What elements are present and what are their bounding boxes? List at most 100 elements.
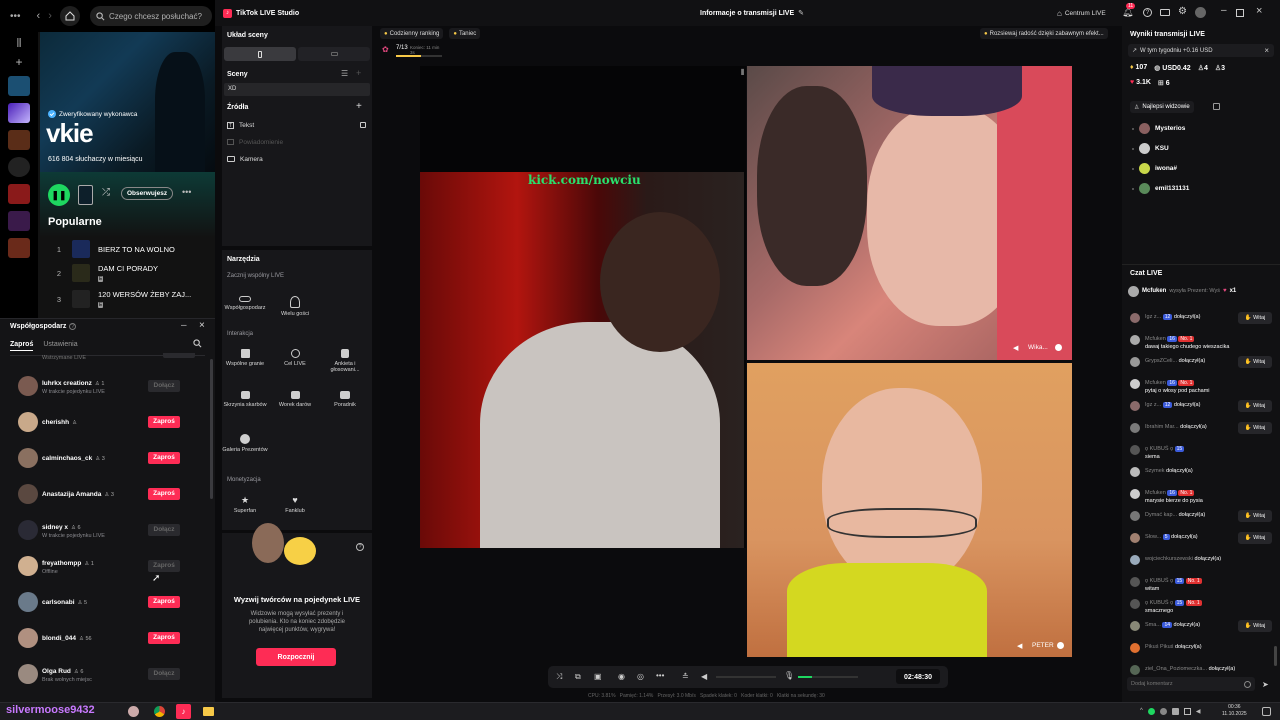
help-icon[interactable]: ? — [1143, 8, 1152, 17]
emoji-icon[interactable] — [1244, 680, 1251, 688]
help-icon[interactable]: ? — [356, 543, 364, 551]
mute-icon[interactable]: ◀ — [1013, 344, 1018, 352]
live-goal-widget[interactable]: ✿ 7/13 Koniec: 11 min 3s — [382, 43, 444, 59]
liked-songs-item[interactable] — [8, 103, 30, 123]
guest-menu-icon[interactable] — [1057, 642, 1064, 649]
top-viewer-row[interactable]: Mysterios — [1132, 123, 1185, 134]
chat-user[interactable]: Słow... — [1145, 534, 1161, 540]
top-viewer-row[interactable]: iwona# — [1132, 163, 1177, 174]
mail-icon[interactable] — [1160, 9, 1170, 16]
volume-icon[interactable]: ◀ — [701, 672, 707, 681]
guide-tool[interactable]: Poradnik — [322, 385, 368, 425]
add-scene-icon[interactable]: + — [356, 68, 361, 78]
wave-button[interactable]: ✋ Witaj — [1238, 422, 1272, 434]
taskbar-app-icon[interactable] — [128, 706, 139, 717]
cohost-action-button[interactable]: Dołącz — [148, 380, 180, 392]
add-icon[interactable]: + — [0, 55, 38, 69]
folder-icon[interactable] — [203, 707, 214, 716]
guest-menu-icon[interactable] — [1055, 344, 1062, 351]
cohost-action-button[interactable]: Dołącz — [148, 524, 180, 536]
forward-icon[interactable]: › — [48, 10, 52, 22]
clock[interactable]: 00:36 11.10.2025 — [1222, 704, 1247, 718]
chat-user[interactable]: Mcfuken — [1145, 336, 1166, 342]
wave-button[interactable]: ✋ Witaj — [1238, 532, 1272, 544]
network-icon[interactable] — [1183, 708, 1191, 715]
info-icon[interactable]: ? — [69, 323, 77, 330]
chat-user[interactable]: Ibrahim Mar... — [1145, 424, 1179, 430]
more-options-icon[interactable]: ••• — [182, 187, 191, 197]
cohost-action-button[interactable]: Zaproś — [148, 632, 180, 644]
viewers-list-icon[interactable] — [1213, 103, 1220, 110]
back-icon[interactable]: ‹ — [37, 10, 41, 22]
layout-portrait-button[interactable] — [224, 47, 296, 61]
chat-user[interactable]: Igz z... — [1145, 402, 1161, 408]
transition-icon[interactable]: ⤨ — [556, 672, 562, 682]
layout-landscape-button[interactable] — [298, 47, 370, 61]
layout-icon[interactable]: ⧉ — [575, 672, 581, 682]
list-icon[interactable]: ☰ — [341, 69, 348, 78]
library-icon[interactable]: ⫼ — [0, 38, 38, 49]
settings-icon[interactable]: ⚙ — [1178, 6, 1187, 17]
home-icon[interactable] — [59, 6, 80, 26]
play-button[interactable]: ❚❚ — [48, 184, 70, 206]
poll-tool[interactable]: Ankieta i głosowani... — [322, 343, 368, 383]
record-icon[interactable]: ◉ — [618, 672, 625, 681]
track-row[interactable]: 3 120 WERSÓW ŻEBY ZAJ... E — [54, 290, 191, 308]
chat-user[interactable]: ǫ KUBUŚ ǫ — [1145, 600, 1173, 606]
camera-switch-icon[interactable]: ◎ — [637, 672, 644, 681]
tab-invite[interactable]: Zaproś — [10, 341, 34, 351]
gallery-tool[interactable]: Galeria Prezentów — [222, 428, 268, 468]
artist-thumb[interactable] — [78, 185, 93, 205]
more-icon[interactable]: ••• — [656, 671, 664, 680]
library-item[interactable] — [8, 157, 30, 177]
overlay-url-text[interactable]: kick.com/nowciu — [528, 173, 641, 187]
chat-user[interactable]: Szymek — [1145, 468, 1165, 474]
track-row[interactable]: 2 DAM CI PORADY E — [54, 264, 158, 282]
wave-button[interactable]: ✋ Witaj — [1238, 400, 1272, 412]
chat-user[interactable]: Igz z... — [1145, 314, 1161, 320]
chevron-up-icon[interactable]: ^ — [1140, 708, 1143, 715]
tray-app-icon[interactable] — [1147, 708, 1155, 715]
top-viewers-tab[interactable]: ♙ Najlepsi widzowie — [1130, 101, 1194, 113]
send-icon[interactable]: ➤ — [1262, 680, 1269, 689]
avatar[interactable] — [1195, 7, 1206, 18]
chat-user[interactable]: ǫ KUBUŚ ǫ — [1145, 578, 1173, 584]
stream-info[interactable]: Informacje o transmisji LIVE ✎ — [700, 9, 804, 18]
mixer-icon[interactable]: ≛ — [682, 672, 689, 681]
chat-user[interactable]: Dymać kap... — [1145, 512, 1177, 518]
wave-button[interactable]: ✋ Witaj — [1238, 312, 1272, 324]
wishes-tool[interactable]: Worek darów — [272, 385, 318, 425]
menu-dots-icon[interactable]: ••• — [10, 11, 21, 22]
window-close[interactable]: × — [1256, 5, 1262, 17]
cohost-action-button[interactable]: Zaproś — [148, 488, 180, 500]
close-icon[interactable]: × — [199, 320, 205, 331]
top-viewer-row[interactable]: KSU — [1132, 143, 1169, 154]
minimize-icon[interactable]: – — [181, 320, 187, 331]
tray-app-icon[interactable] — [1171, 708, 1179, 715]
wave-button[interactable]: ✋ Witaj — [1238, 620, 1272, 632]
dance-chip[interactable]: ● Taniec — [449, 28, 481, 39]
mic-icon[interactable]: 🎙︎ — [784, 671, 794, 680]
effects-chip[interactable]: ● Rozsiewaj radość dzięki zabawnym efekt… — [980, 28, 1108, 39]
notification-icon[interactable] — [1262, 707, 1271, 716]
window-maximize[interactable] — [1236, 9, 1244, 17]
source-text[interactable]: T Tekst — [227, 119, 369, 131]
chat-user[interactable]: Sma... — [1145, 622, 1161, 628]
library-item[interactable] — [8, 238, 30, 258]
volume-slider[interactable] — [716, 676, 776, 678]
tray-app-icon[interactable] — [1159, 708, 1167, 715]
treasure-tool[interactable]: Skrzynia skarbów — [222, 385, 268, 425]
add-source-icon[interactable]: + — [356, 101, 362, 112]
library-item[interactable] — [8, 76, 30, 96]
library-item[interactable] — [8, 184, 30, 204]
close-icon[interactable]: × — [1264, 46, 1269, 55]
lock-icon[interactable] — [360, 122, 366, 128]
chat-input[interactable]: Dodaj komentarz — [1127, 677, 1255, 691]
chrome-icon[interactable] — [154, 706, 165, 717]
cohost-action-button[interactable]: Zaproś — [148, 416, 180, 428]
live-center-button[interactable]: ⌂ Centrum LIVE — [1057, 9, 1106, 18]
cohost-tool[interactable]: Współgospodarz — [222, 290, 268, 330]
multi-guest-tool[interactable]: Wielu gości — [272, 290, 318, 330]
window-minimize[interactable]: – — [1221, 5, 1227, 16]
chat-scrollbar[interactable] — [1274, 646, 1277, 666]
